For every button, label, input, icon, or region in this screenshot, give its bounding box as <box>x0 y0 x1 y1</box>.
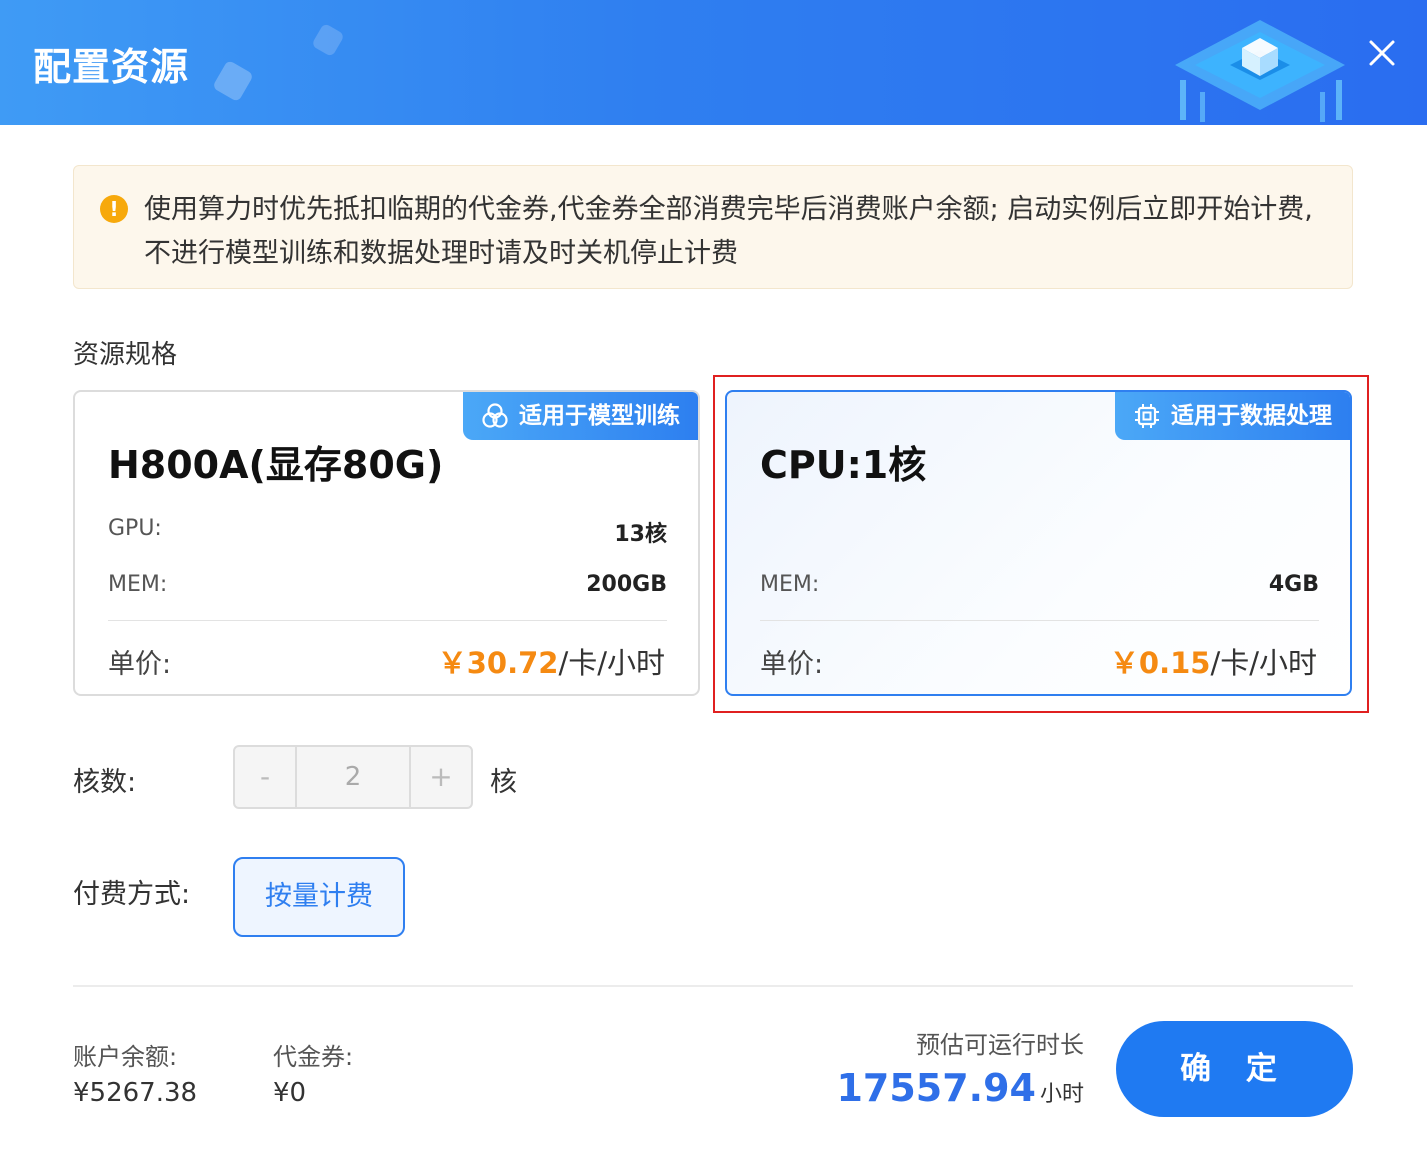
cores-stepper: - 2 + <box>233 745 473 809</box>
decorative-cube-icon <box>311 22 345 58</box>
dialog-header: 配置资源 <box>0 0 1427 125</box>
card-divider <box>108 620 667 621</box>
decrement-button[interactable]: - <box>235 747 295 807</box>
decorative-cube-icon <box>212 59 254 103</box>
spec-row-gpu: GPU: 13核 <box>108 516 667 547</box>
close-icon[interactable] <box>1365 36 1399 70</box>
increment-button[interactable]: + <box>411 747 471 807</box>
card-title: H800A(显存80G) <box>108 443 444 487</box>
cores-label: 核数: <box>73 767 137 798</box>
estimate-runtime: 17557.94 小时 <box>836 1066 1084 1110</box>
voucher-value: ¥0 <box>273 1078 307 1108</box>
balance-label: 账户余额: <box>73 1043 178 1071</box>
price-unit: /卡/小时 <box>558 646 665 680</box>
price-amount: ￥30.72 <box>437 646 559 680</box>
server-illustration-icon <box>1175 20 1345 122</box>
training-icon <box>482 403 508 428</box>
confirm-button[interactable]: 确 定 <box>1116 1021 1353 1117</box>
estimate-unit: 小时 <box>1039 1082 1084 1107</box>
selection-highlight-box <box>713 375 1369 713</box>
notice-text: 使用算力时优先抵扣临期的代金券,代金券全部消费完毕后消费账户余额; 启动实例后立… <box>144 194 1313 269</box>
cores-unit: 核 <box>490 767 517 798</box>
payment-label: 付费方式: <box>73 879 191 910</box>
estimate-label: 预估可运行时长 <box>916 1031 1084 1059</box>
cores-input[interactable]: 2 <box>295 747 411 807</box>
spec-value: 13核 <box>614 522 667 547</box>
balance-value: ¥5267.38 <box>73 1078 198 1108</box>
voucher-label: 代金券: <box>273 1043 354 1071</box>
spec-row-mem: MEM: 200GB <box>108 572 667 597</box>
card-tag-label: 适用于模型训练 <box>519 403 680 429</box>
billing-notice: ! 使用算力时优先抵扣临期的代金券,代金券全部消费完毕后消费账户余额; 启动实例… <box>73 165 1353 289</box>
price: ￥30.72/卡/小时 <box>438 640 665 682</box>
resource-card-h800a[interactable]: 适用于模型训练 H800A(显存80G) GPU: 13核 MEM: 200GB… <box>73 390 700 696</box>
warning-icon: ! <box>100 195 128 223</box>
card-tag: 适用于模型训练 <box>463 392 698 440</box>
spec-value: 200GB <box>586 572 667 597</box>
dialog-title: 配置资源 <box>33 45 190 89</box>
pay-as-you-go-option[interactable]: 按量计费 <box>233 857 405 937</box>
spec-label: MEM: <box>108 572 168 597</box>
spec-label: GPU: <box>108 516 162 541</box>
footer-divider <box>73 985 1353 987</box>
price-label: 单价: <box>108 649 172 680</box>
resource-section-label: 资源规格 <box>73 340 178 370</box>
estimate-value: 17557.94 <box>836 1066 1036 1110</box>
